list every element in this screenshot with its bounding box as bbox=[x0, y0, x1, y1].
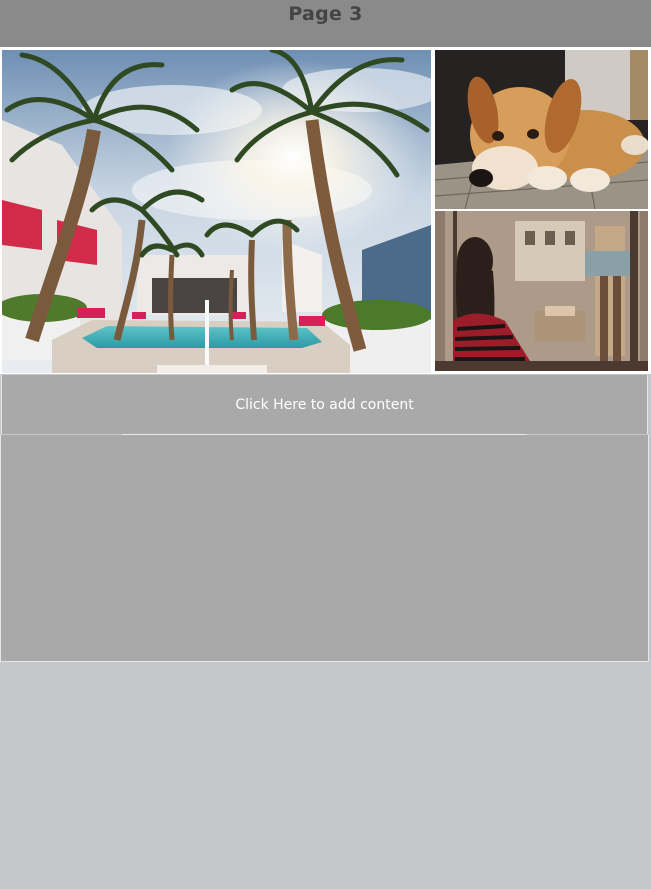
page-header: Page 3 bbox=[0, 0, 651, 47]
golden-retriever-photo[interactable] bbox=[435, 50, 648, 209]
girl-at-shop-window-photo[interactable] bbox=[435, 211, 648, 371]
page: Page 3 Click Here to add content bbox=[0, 0, 651, 889]
photo-gallery bbox=[0, 47, 651, 374]
resort-pool-palms-photo[interactable] bbox=[2, 50, 431, 373]
add-content-button[interactable]: Click Here to add content bbox=[1, 375, 648, 434]
add-content-label: Click Here to add content bbox=[235, 396, 414, 413]
content-area[interactable] bbox=[0, 435, 649, 662]
page-title: Page 3 bbox=[288, 3, 363, 25]
